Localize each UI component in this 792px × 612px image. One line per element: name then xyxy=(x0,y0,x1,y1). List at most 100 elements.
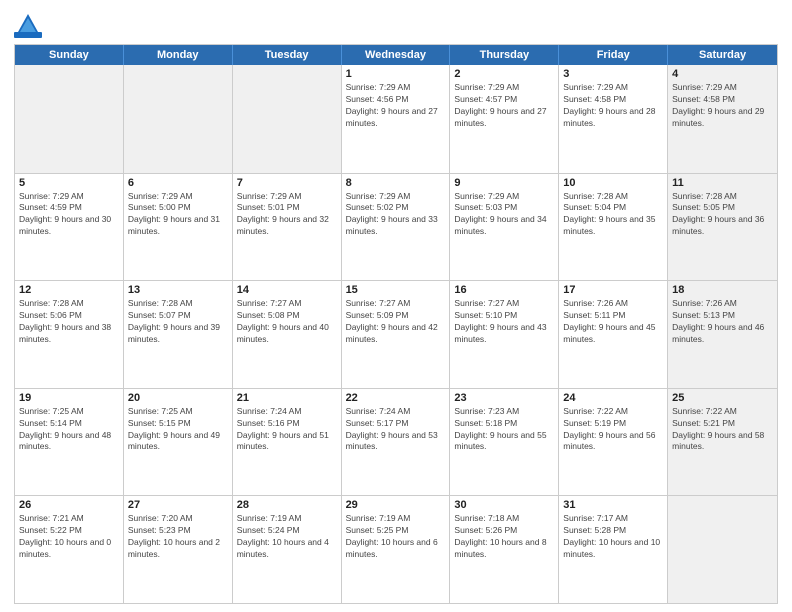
day-number: 14 xyxy=(237,284,337,296)
day-number: 24 xyxy=(563,392,663,404)
day-info: Sunrise: 7:28 AM Sunset: 5:07 PM Dayligh… xyxy=(128,298,228,346)
day-cell-19: 19 Sunrise: 7:25 AM Sunset: 5:14 PM Dayli… xyxy=(15,389,124,496)
calendar-header: SundayMondayTuesdayWednesdayThursdayFrid… xyxy=(15,45,777,65)
day-info: Sunrise: 7:28 AM Sunset: 5:06 PM Dayligh… xyxy=(19,298,119,346)
empty-cell-0-2 xyxy=(233,65,342,173)
calendar-week-2: 5 Sunrise: 7:29 AM Sunset: 4:59 PM Daylig… xyxy=(15,173,777,281)
day-number: 10 xyxy=(563,177,663,189)
day-info: Sunrise: 7:19 AM Sunset: 5:24 PM Dayligh… xyxy=(237,513,337,561)
weekday-header-saturday: Saturday xyxy=(668,45,777,65)
day-cell-17: 17 Sunrise: 7:26 AM Sunset: 5:11 PM Dayli… xyxy=(559,281,668,388)
calendar-week-5: 26Sunrise: 7:21 AM Sunset: 5:22 PM Dayli… xyxy=(15,495,777,603)
day-info: Sunrise: 7:29 AM Sunset: 5:02 PM Dayligh… xyxy=(346,191,446,239)
day-number: 28 xyxy=(237,499,337,511)
day-info: Sunrise: 7:20 AM Sunset: 5:23 PM Dayligh… xyxy=(128,513,228,561)
empty-cell-0-1 xyxy=(124,65,233,173)
calendar-week-4: 19 Sunrise: 7:25 AM Sunset: 5:14 PM Dayli… xyxy=(15,388,777,496)
day-info: Sunrise: 7:25 AM Sunset: 5:14 PM Dayligh… xyxy=(19,406,119,454)
logo-icon xyxy=(14,10,42,38)
day-cell-1: 1 Sunrise: 7:29 AM Sunset: 4:56 PM Daylig… xyxy=(342,65,451,173)
day-info: Sunrise: 7:29 AM Sunset: 4:57 PM Dayligh… xyxy=(454,82,554,130)
day-info: Sunrise: 7:29 AM Sunset: 4:58 PM Dayligh… xyxy=(672,82,773,130)
day-info: Sunrise: 7:26 AM Sunset: 5:11 PM Dayligh… xyxy=(563,298,663,346)
day-info: Sunrise: 7:29 AM Sunset: 4:59 PM Dayligh… xyxy=(19,191,119,239)
day-number: 30 xyxy=(454,499,554,511)
day-info: Sunrise: 7:17 AM Sunset: 5:28 PM Dayligh… xyxy=(563,513,663,561)
day-cell-7: 7Sunrise: 7:29 AM Sunset: 5:01 PM Daylig… xyxy=(233,174,342,281)
day-number: 27 xyxy=(128,499,228,511)
day-number: 6 xyxy=(128,177,228,189)
day-number: 25 xyxy=(672,392,773,404)
day-info: Sunrise: 7:21 AM Sunset: 5:22 PM Dayligh… xyxy=(19,513,119,561)
day-number: 4 xyxy=(672,68,773,80)
day-cell-27: 27 Sunrise: 7:20 AM Sunset: 5:23 PM Dayli… xyxy=(124,496,233,603)
day-cell-22: 22Sunrise: 7:24 AM Sunset: 5:17 PM Dayli… xyxy=(342,389,451,496)
day-info: Sunrise: 7:26 AM Sunset: 5:13 PM Dayligh… xyxy=(672,298,773,346)
day-number: 15 xyxy=(346,284,446,296)
day-info: Sunrise: 7:29 AM Sunset: 4:58 PM Dayligh… xyxy=(563,82,663,130)
weekday-header-monday: Monday xyxy=(124,45,233,65)
day-cell-25: 25 Sunrise: 7:22 AM Sunset: 5:21 PM Dayli… xyxy=(668,389,777,496)
day-number: 21 xyxy=(237,392,337,404)
calendar-week-1: 1 Sunrise: 7:29 AM Sunset: 4:56 PM Daylig… xyxy=(15,65,777,173)
day-cell-12: 12 Sunrise: 7:28 AM Sunset: 5:06 PM Dayli… xyxy=(15,281,124,388)
day-number: 9 xyxy=(454,177,554,189)
day-number: 23 xyxy=(454,392,554,404)
day-cell-30: 30 Sunrise: 7:18 AM Sunset: 5:26 PM Dayli… xyxy=(450,496,559,603)
day-cell-5: 5 Sunrise: 7:29 AM Sunset: 4:59 PM Daylig… xyxy=(15,174,124,281)
day-info: Sunrise: 7:27 AM Sunset: 5:08 PM Dayligh… xyxy=(237,298,337,346)
day-cell-2: 2 Sunrise: 7:29 AM Sunset: 4:57 PM Daylig… xyxy=(450,65,559,173)
day-number: 19 xyxy=(19,392,119,404)
day-number: 20 xyxy=(128,392,228,404)
weekday-header-wednesday: Wednesday xyxy=(342,45,451,65)
day-info: Sunrise: 7:23 AM Sunset: 5:18 PM Dayligh… xyxy=(454,406,554,454)
day-number: 11 xyxy=(672,177,773,189)
logo xyxy=(14,10,46,38)
day-cell-16: 16Sunrise: 7:27 AM Sunset: 5:10 PM Dayli… xyxy=(450,281,559,388)
weekday-header-thursday: Thursday xyxy=(450,45,559,65)
day-number: 8 xyxy=(346,177,446,189)
day-number: 29 xyxy=(346,499,446,511)
day-cell-9: 9Sunrise: 7:29 AM Sunset: 5:03 PM Daylig… xyxy=(450,174,559,281)
calendar-week-3: 12 Sunrise: 7:28 AM Sunset: 5:06 PM Dayli… xyxy=(15,280,777,388)
day-info: Sunrise: 7:22 AM Sunset: 5:19 PM Dayligh… xyxy=(563,406,663,454)
day-cell-15: 15 Sunrise: 7:27 AM Sunset: 5:09 PM Dayli… xyxy=(342,281,451,388)
day-cell-4: 4 Sunrise: 7:29 AM Sunset: 4:58 PM Daylig… xyxy=(668,65,777,173)
day-number: 5 xyxy=(19,177,119,189)
calendar-body: 1 Sunrise: 7:29 AM Sunset: 4:56 PM Daylig… xyxy=(15,65,777,603)
day-number: 31 xyxy=(563,499,663,511)
day-cell-3: 3 Sunrise: 7:29 AM Sunset: 4:58 PM Daylig… xyxy=(559,65,668,173)
day-info: Sunrise: 7:29 AM Sunset: 5:00 PM Dayligh… xyxy=(128,191,228,239)
day-info: Sunrise: 7:27 AM Sunset: 5:09 PM Dayligh… xyxy=(346,298,446,346)
weekday-header-friday: Friday xyxy=(559,45,668,65)
calendar: SundayMondayTuesdayWednesdayThursdayFrid… xyxy=(14,44,778,604)
day-number: 3 xyxy=(563,68,663,80)
day-info: Sunrise: 7:28 AM Sunset: 5:05 PM Dayligh… xyxy=(672,191,773,239)
day-cell-29: 29Sunrise: 7:19 AM Sunset: 5:25 PM Dayli… xyxy=(342,496,451,603)
weekday-header-tuesday: Tuesday xyxy=(233,45,342,65)
day-cell-28: 28 Sunrise: 7:19 AM Sunset: 5:24 PM Dayli… xyxy=(233,496,342,603)
day-cell-18: 18 Sunrise: 7:26 AM Sunset: 5:13 PM Dayli… xyxy=(668,281,777,388)
day-number: 22 xyxy=(346,392,446,404)
day-number: 17 xyxy=(563,284,663,296)
day-number: 1 xyxy=(346,68,446,80)
day-cell-13: 13 Sunrise: 7:28 AM Sunset: 5:07 PM Dayli… xyxy=(124,281,233,388)
weekday-header-sunday: Sunday xyxy=(15,45,124,65)
day-cell-11: 11 Sunrise: 7:28 AM Sunset: 5:05 PM Dayli… xyxy=(668,174,777,281)
header xyxy=(14,10,778,38)
day-info: Sunrise: 7:29 AM Sunset: 4:56 PM Dayligh… xyxy=(346,82,446,130)
day-cell-21: 21Sunrise: 7:24 AM Sunset: 5:16 PM Dayli… xyxy=(233,389,342,496)
day-number: 13 xyxy=(128,284,228,296)
day-number: 7 xyxy=(237,177,337,189)
day-cell-24: 24 Sunrise: 7:22 AM Sunset: 5:19 PM Dayli… xyxy=(559,389,668,496)
day-info: Sunrise: 7:18 AM Sunset: 5:26 PM Dayligh… xyxy=(454,513,554,561)
day-cell-8: 8 Sunrise: 7:29 AM Sunset: 5:02 PM Daylig… xyxy=(342,174,451,281)
day-cell-20: 20Sunrise: 7:25 AM Sunset: 5:15 PM Dayli… xyxy=(124,389,233,496)
day-info: Sunrise: 7:28 AM Sunset: 5:04 PM Dayligh… xyxy=(563,191,663,239)
day-number: 18 xyxy=(672,284,773,296)
day-number: 2 xyxy=(454,68,554,80)
day-number: 16 xyxy=(454,284,554,296)
day-number: 12 xyxy=(19,284,119,296)
day-info: Sunrise: 7:22 AM Sunset: 5:21 PM Dayligh… xyxy=(672,406,773,454)
empty-cell-0-0 xyxy=(15,65,124,173)
